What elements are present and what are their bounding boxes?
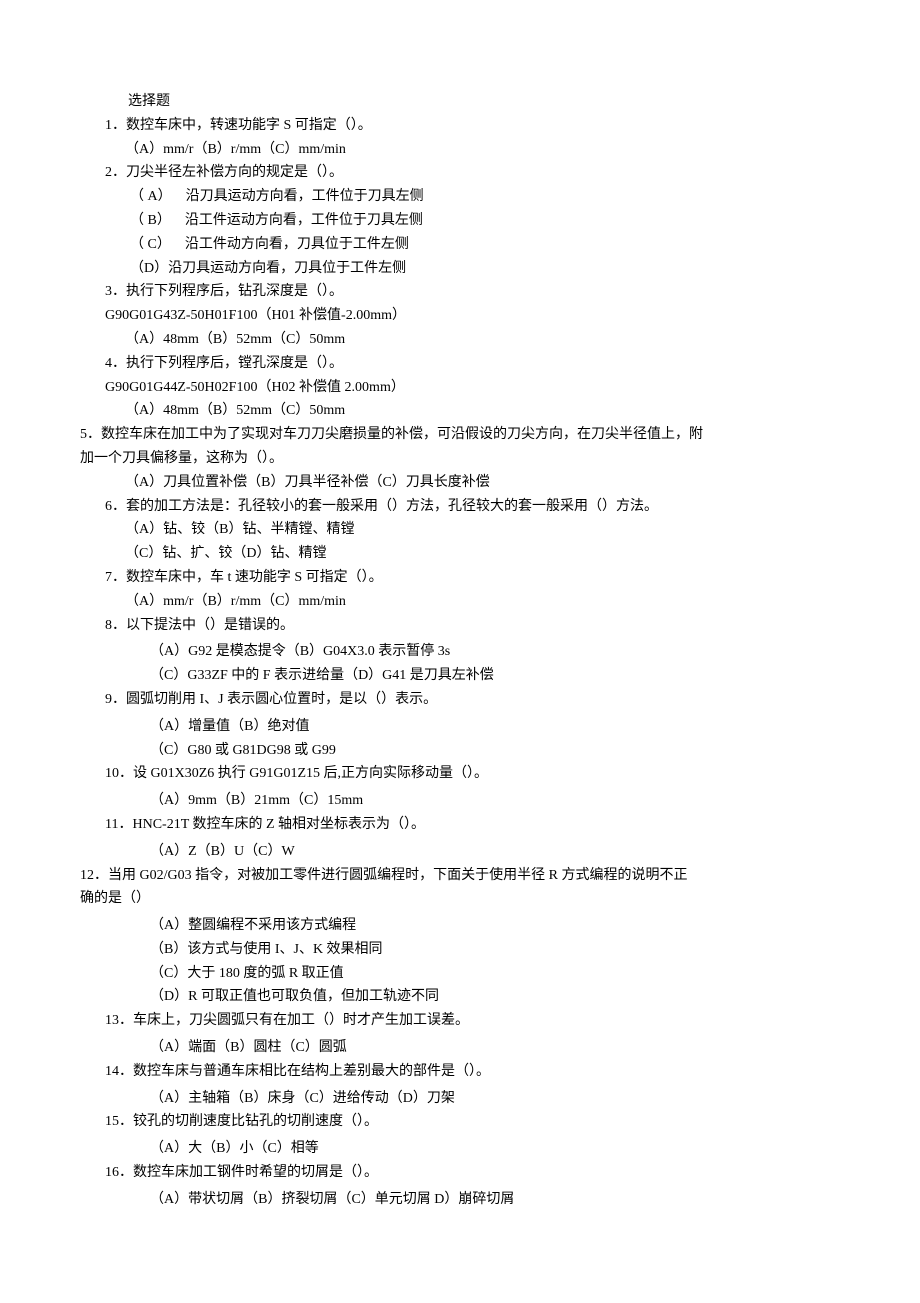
question-options: （C）G33ZF 中的 F 表示进给量（D）G41 是刀具左补偿 bbox=[80, 664, 840, 688]
question-stem: 8．以下提法中（）是错误的。 bbox=[80, 614, 840, 638]
question-options: （A）48mm（B）52mm（C）50mm bbox=[80, 328, 840, 352]
question-stem: 10．设 G01X30Z6 执行 G91G01Z15 后,正方向实际移动量（）。 bbox=[80, 762, 840, 786]
section-header: 选择题 bbox=[80, 90, 840, 114]
question-stem: 14．数控车床与普通车床相比在结构上差别最大的部件是（）。 bbox=[80, 1060, 840, 1084]
question-options: （A）钻、铰（B）钻、半精镗、精镗 bbox=[80, 518, 840, 542]
question-options: （A）48mm（B）52mm（C）50mm bbox=[80, 399, 840, 423]
question-options: （A）主轴箱（B）床身（C）进给传动（D）刀架 bbox=[80, 1084, 840, 1111]
question-options: （ A） 沿刀具运动方向看，工件位于刀具左侧 bbox=[80, 185, 840, 209]
question-options: （A）带状切屑（B）挤裂切屑（C）单元切屑 D）崩碎切屑 bbox=[80, 1185, 840, 1212]
question-stem: 1．数控车床中，转速功能字 S 可指定（）。 bbox=[80, 114, 840, 138]
question-options: （C）G80 或 G81DG98 或 G99 bbox=[80, 739, 840, 763]
question-options: （A）增量值（B）绝对值 bbox=[80, 712, 840, 739]
question-list: 1．数控车床中，转速功能字 S 可指定（）。（A）mm/r（B）r/mm（C）m… bbox=[80, 114, 840, 1212]
question-stem-cont: G90G01G43Z-50H01F100（H01 补偿值-2.00mm） bbox=[80, 304, 840, 328]
question-options: （B）该方式与使用 I、J、K 效果相同 bbox=[80, 938, 840, 962]
question-stem: 16．数控车床加工钢件时希望的切屑是（）。 bbox=[80, 1161, 840, 1185]
question-options: （A）mm/r（B）r/mm（C）mm/min bbox=[80, 138, 840, 162]
question-stem: 2．刀尖半径左补偿方向的规定是（）。 bbox=[80, 161, 840, 185]
question-stem: 11．HNC-21T 数控车床的 Z 轴相对坐标表示为（）。 bbox=[80, 813, 840, 837]
question-stem: 15．铰孔的切削速度比钻孔的切削速度（）。 bbox=[80, 1110, 840, 1134]
question-stem-cont: G90G01G44Z-50H02F100（H02 补偿值 2.00mm） bbox=[80, 376, 840, 400]
question-stem-cont: 加一个刀具偏移量，这称为（）。 bbox=[80, 447, 840, 471]
question-stem: 13．车床上，刀尖圆弧只有在加工（）时才产生加工误差。 bbox=[80, 1009, 840, 1033]
question-options: （A）大（B）小（C）相等 bbox=[80, 1134, 840, 1161]
question-options: （A）刀具位置补偿（B）刀具半径补偿（C）刀具长度补偿 bbox=[80, 471, 840, 495]
question-options: （C）大于 180 度的弧 R 取正值 bbox=[80, 962, 840, 986]
question-stem: 4．执行下列程序后，镗孔深度是（）。 bbox=[80, 352, 840, 376]
question-stem: 9．圆弧切削用 I、J 表示圆心位置时，是以（）表示。 bbox=[80, 688, 840, 712]
question-options: （A）端面（B）圆柱（C）圆弧 bbox=[80, 1033, 840, 1060]
question-options: （A）G92 是模态提令（B）G04X3.0 表示暂停 3s bbox=[80, 637, 840, 664]
question-options: （A）Z（B）U（C）W bbox=[80, 837, 840, 864]
question-stem: 3．执行下列程序后，钻孔深度是（）。 bbox=[80, 280, 840, 304]
question-options: （D）R 可取正值也可取负值，但加工轨迹不同 bbox=[80, 985, 840, 1009]
question-stem: 6．套的加工方法是：孔径较小的套一般采用（）方法，孔径较大的套一般采用（）方法。 bbox=[80, 495, 840, 519]
question-options: （C）钻、扩、铰（D）钻、精镗 bbox=[80, 542, 840, 566]
question-options: （A）整圆编程不采用该方式编程 bbox=[80, 911, 840, 938]
question-options: （D）沿刀具运动方向看，刀具位于工件左侧 bbox=[80, 257, 840, 281]
question-stem-cont: 确的是（） bbox=[80, 887, 840, 911]
question-stem: 5．数控车床在加工中为了实现对车刀刀尖磨损量的补偿，可沿假设的刀尖方向，在刀尖半… bbox=[80, 423, 840, 447]
question-stem: 12．当用 G02/G03 指令，对被加工零件进行圆弧编程时，下面关于使用半径 … bbox=[80, 864, 840, 888]
question-options: （ C） 沿工件动方向看，刀具位于工件左侧 bbox=[80, 233, 840, 257]
question-options: （A）mm/r（B）r/mm（C）mm/min bbox=[80, 590, 840, 614]
question-options: （ B） 沿工件运动方向看，工件位于刀具左侧 bbox=[80, 209, 840, 233]
question-stem: 7．数控车床中，车 t 速功能字 S 可指定（）。 bbox=[80, 566, 840, 590]
question-options: （A）9mm（B）21mm（C）15mm bbox=[80, 786, 840, 813]
